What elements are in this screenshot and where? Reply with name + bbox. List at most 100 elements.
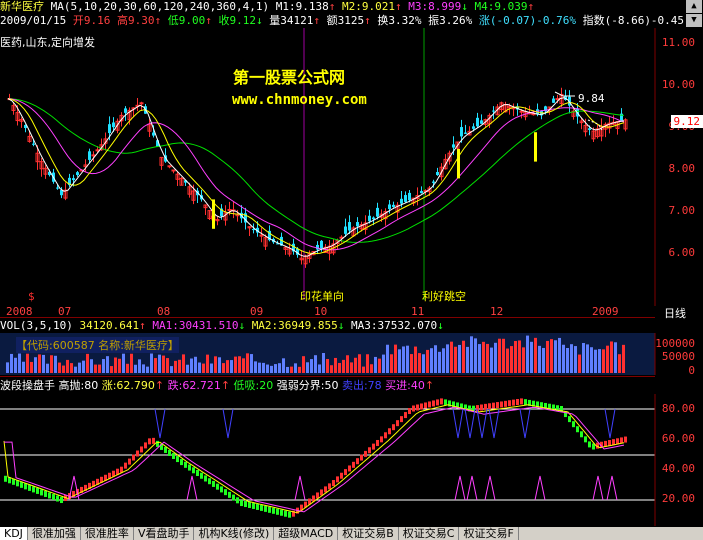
indicator-bar	[28, 484, 31, 491]
sell-signal	[604, 408, 616, 439]
indicator-bar	[280, 509, 283, 516]
watermark-title: 第一股票公式网	[233, 68, 346, 87]
candlestick-svg	[7, 28, 656, 306]
period-label[interactable]: 日线	[664, 305, 686, 321]
volume-bar	[150, 353, 153, 373]
candle	[476, 117, 479, 127]
volume-bar	[94, 364, 97, 373]
indicator-bar	[20, 481, 23, 488]
indicator-bar	[200, 472, 203, 479]
watermark-url[interactable]: www.chnmoney.com	[232, 92, 367, 108]
indicator-bar	[196, 470, 199, 477]
volume-bar	[406, 345, 409, 373]
candle	[316, 244, 319, 250]
candle	[124, 108, 127, 113]
indicator-bar	[572, 421, 575, 428]
tab-warrant-b[interactable]: 权证交易B	[338, 527, 399, 540]
volume-bar	[110, 366, 113, 373]
tab-institution-kline[interactable]: 机构K线(修改)	[194, 527, 275, 540]
stock-name[interactable]: 新华医疗	[0, 0, 44, 13]
candle	[72, 178, 75, 181]
candle	[139, 102, 144, 105]
volume-bar	[306, 362, 309, 373]
volume-bar	[390, 354, 393, 373]
quote-turnover: 换3.32%	[377, 14, 422, 27]
volume-bar	[558, 337, 561, 373]
tab-super-macd[interactable]: 超级MACD	[274, 527, 339, 540]
candle	[320, 240, 323, 249]
indicator-header: 波段操盘手 高抛:80 涨:62.790↑ 跌:62.721↑ 低吸:20 强弱…	[0, 379, 435, 392]
tab-kdj[interactable]: KDJ	[0, 527, 28, 540]
volume-bar	[362, 366, 365, 373]
candle	[344, 226, 347, 234]
candle	[167, 165, 172, 168]
candle	[472, 126, 475, 129]
indicator-tab-bar: KDJ 很准加强 很准胜率 V看盘助手 机构K线(修改) 超级MACD 权证交易…	[0, 527, 703, 540]
volume-bar	[594, 349, 597, 373]
indicator-bar	[192, 467, 195, 474]
indicator-bar	[352, 461, 355, 468]
volume-bar	[350, 362, 353, 373]
volume-chart[interactable]: 【代码:600587 名称:新华医疗】	[0, 333, 656, 375]
volume-bar	[498, 338, 501, 373]
tab-v-assistant[interactable]: V看盘助手	[134, 527, 195, 540]
volume-bar	[130, 353, 133, 373]
scroll-up-icon[interactable]: ▲	[686, 0, 702, 13]
volume-bar	[278, 363, 281, 373]
volume-bar	[622, 344, 625, 373]
indicator-bar	[624, 436, 627, 443]
indicator-bar	[236, 497, 239, 504]
indicator-bar	[504, 400, 507, 407]
price-axis: 11.00 10.00 9.00 8.00 7.00 6.00 9.12	[655, 28, 703, 306]
quote-index: 指数(-8.66)-0.45	[582, 14, 685, 27]
volume-bar	[466, 346, 469, 373]
candle	[227, 208, 232, 211]
volume-bar	[210, 363, 213, 373]
indicator-bar	[516, 399, 519, 406]
volume-bar	[442, 348, 445, 373]
volume-bar	[478, 344, 481, 373]
indicator-bar	[48, 492, 51, 499]
volume-bar	[358, 354, 361, 373]
volume-bar	[474, 338, 477, 373]
volume-bar	[274, 364, 277, 373]
volume-bar	[578, 354, 581, 373]
tab-warrant-c[interactable]: 权证交易C	[399, 527, 460, 540]
indicator-bar	[432, 400, 435, 407]
indicator-bar	[392, 424, 395, 431]
indicator-bar	[128, 458, 131, 465]
candle	[88, 151, 91, 160]
price-chart[interactable]: 第一股票公式网 www.chnmoney.com 9.84 印花单向 利好跳空 …	[0, 28, 656, 306]
volume-bar	[458, 344, 461, 373]
indicator-bar	[360, 454, 363, 461]
indicator-bar	[232, 494, 235, 501]
volume-bar	[354, 357, 357, 373]
volume-bar	[238, 356, 241, 373]
volume-bar	[382, 354, 385, 373]
volume-bar	[270, 365, 273, 373]
tab-very-accurate-winrate[interactable]: 很准胜率	[81, 527, 134, 540]
indicator-bar	[272, 507, 275, 514]
ma-m1: M1:9.138	[275, 0, 329, 13]
candle	[519, 110, 524, 113]
indicator-bar	[320, 489, 323, 496]
volume-bar	[542, 347, 545, 373]
buy-signal	[592, 475, 604, 501]
indicator-bar	[436, 399, 439, 406]
tab-very-accurate-plus[interactable]: 很准加强	[28, 527, 81, 540]
volume-bar	[62, 365, 65, 373]
volume-bar	[90, 359, 93, 373]
volume-bar	[338, 362, 341, 373]
volume-bar	[462, 340, 465, 373]
tab-warrant-f[interactable]: 权证交易F	[459, 527, 519, 540]
event-label-stamp-duty: 印花单向	[300, 290, 344, 303]
scroll-down-icon[interactable]: ▼	[686, 14, 702, 27]
indicator-bar	[500, 401, 503, 408]
indicator-bar	[60, 497, 63, 504]
indicator-name[interactable]: 波段操盘手	[0, 379, 55, 392]
indicator-bar	[276, 508, 279, 515]
sell-signal	[464, 408, 476, 439]
indicator-chart[interactable]	[0, 394, 656, 526]
volume-bar	[434, 345, 437, 373]
indicator-bar	[224, 489, 227, 496]
